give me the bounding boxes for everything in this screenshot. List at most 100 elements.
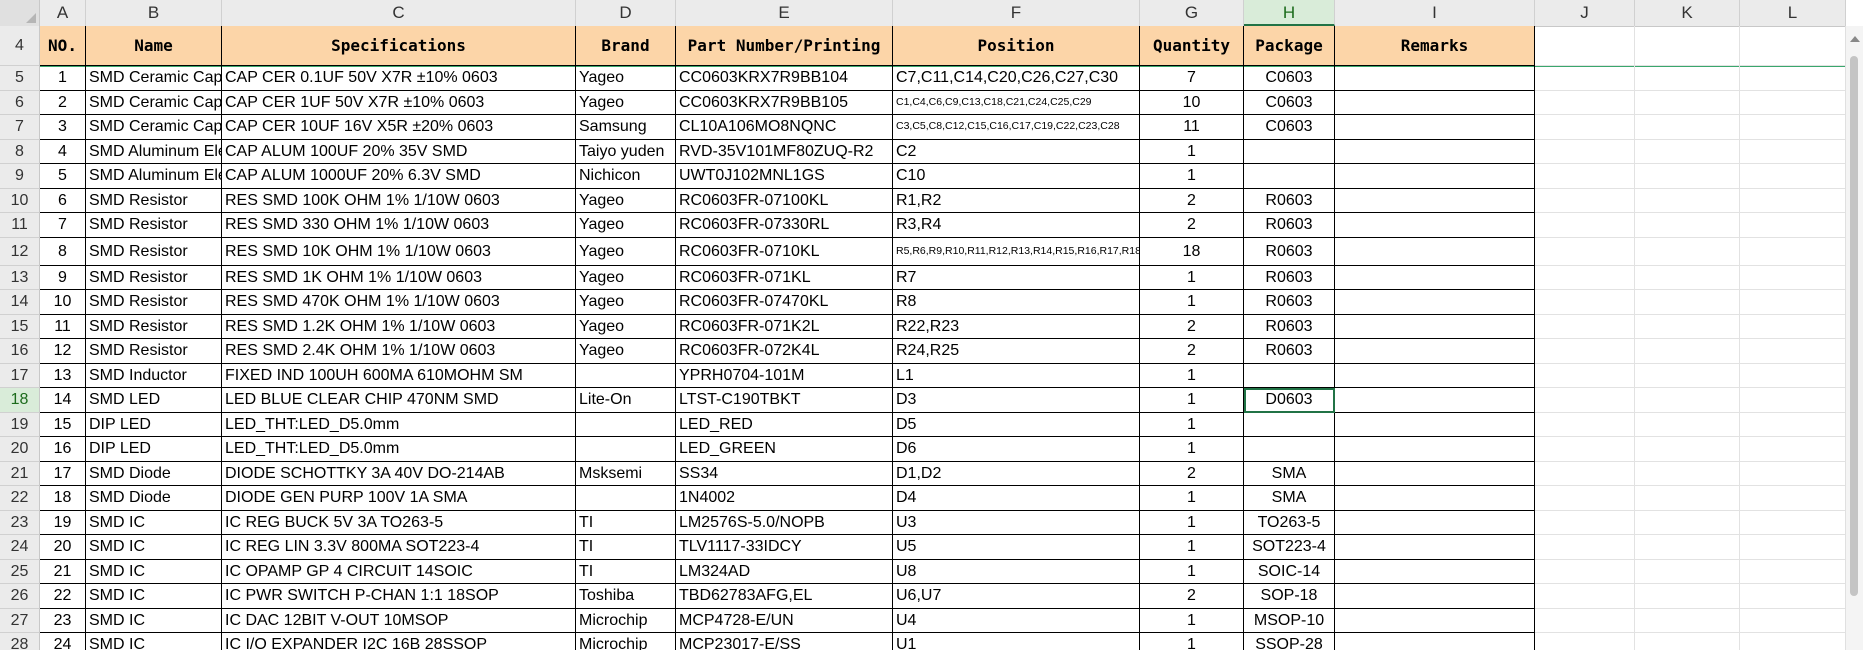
empty-cell[interactable] <box>1535 559 1635 584</box>
cell-spec[interactable]: CAP CER 10UF 16V X5R ±20% 0603 <box>222 115 576 140</box>
cell-qty[interactable]: 1 <box>1140 388 1244 413</box>
column-header-h[interactable]: H <box>1244 0 1335 26</box>
header-cell-c[interactable]: Specifications <box>222 26 576 66</box>
cell-pkg[interactable]: R0603 <box>1244 213 1335 238</box>
column-header-g[interactable]: G <box>1140 0 1244 26</box>
cell-no[interactable]: 11 <box>40 314 86 339</box>
cell-qty[interactable]: 1 <box>1140 265 1244 290</box>
cell-pkg[interactable]: R0603 <box>1244 265 1335 290</box>
header-cell-h[interactable]: Package <box>1244 26 1335 66</box>
cell-pos[interactable]: R3,R4 <box>893 213 1140 238</box>
header-cell-a[interactable]: NO. <box>40 26 86 66</box>
cell-qty[interactable]: 18 <box>1140 237 1244 266</box>
cell-name[interactable]: DIP LED <box>86 437 222 462</box>
cell-pkg[interactable]: SOT223-4 <box>1244 535 1335 560</box>
cell-brand[interactable] <box>576 363 676 388</box>
row-header-12[interactable]: 12 <box>0 237 40 266</box>
cell-spec[interactable]: IC PWR SWITCH P-CHAN 1:1 18SOP <box>222 584 576 609</box>
row-header-5[interactable]: 5 <box>0 66 40 91</box>
header-cell-g[interactable]: Quantity <box>1140 26 1244 66</box>
empty-cell[interactable] <box>1740 584 1846 609</box>
cell-brand[interactable]: TI <box>576 559 676 584</box>
empty-cell[interactable] <box>1535 437 1635 462</box>
cell-pkg[interactable]: C0603 <box>1244 115 1335 140</box>
cell-part[interactable]: UWT0J102MNL1GS <box>676 164 893 189</box>
cell-part[interactable]: RVD-35V101MF80ZUQ-R2 <box>676 139 893 164</box>
row-header-6[interactable]: 6 <box>0 90 40 115</box>
cell-name[interactable]: SMD IC <box>86 633 222 650</box>
cell-remarks[interactable] <box>1335 584 1535 609</box>
empty-cell[interactable] <box>1740 213 1846 238</box>
cell-name[interactable]: SMD Ceramic Capacitor <box>86 115 222 140</box>
cell-name[interactable]: SMD Resistor <box>86 290 222 315</box>
cell-name[interactable]: SMD Resistor <box>86 213 222 238</box>
cell-brand[interactable]: Yageo <box>576 265 676 290</box>
cell-pkg[interactable]: MSOP-10 <box>1244 608 1335 633</box>
empty-cell[interactable] <box>1635 633 1740 650</box>
empty-cell[interactable] <box>1740 510 1846 535</box>
cell-no[interactable]: 5 <box>40 164 86 189</box>
cell-no[interactable]: 15 <box>40 412 86 437</box>
column-header-f[interactable]: F <box>893 0 1140 26</box>
cell-qty[interactable]: 2 <box>1140 188 1244 213</box>
row-header-22[interactable]: 22 <box>0 486 40 511</box>
empty-cell[interactable] <box>1635 188 1740 213</box>
column-header-i[interactable]: I <box>1335 0 1535 26</box>
empty-cell[interactable] <box>1535 290 1635 315</box>
cell-pos[interactable]: C7,C11,C14,C20,C26,C27,C30 <box>893 66 1140 91</box>
empty-cell[interactable] <box>1535 115 1635 140</box>
empty-cell[interactable] <box>1740 388 1846 413</box>
empty-cell[interactable] <box>1535 461 1635 486</box>
cell-spec[interactable]: IC I/O EXPANDER I2C 16B 28SSOP <box>222 633 576 650</box>
empty-cell[interactable] <box>1635 559 1740 584</box>
cell-remarks[interactable] <box>1335 412 1535 437</box>
cell-name[interactable]: SMD Ceramic Capacitor <box>86 66 222 91</box>
cell-spec[interactable]: RES SMD 1.2K OHM 1% 1/10W 0603 <box>222 314 576 339</box>
cell-name[interactable]: SMD LED <box>86 388 222 413</box>
cell-qty[interactable]: 1 <box>1140 363 1244 388</box>
cell-pkg[interactable]: R0603 <box>1244 314 1335 339</box>
cell-part[interactable]: 1N4002 <box>676 486 893 511</box>
cell-part[interactable]: MCP23017-E/SS <box>676 633 893 650</box>
empty-cell[interactable] <box>1535 26 1635 66</box>
cell-pos[interactable]: R22,R23 <box>893 314 1140 339</box>
empty-cell[interactable] <box>1535 486 1635 511</box>
empty-cell[interactable] <box>1535 339 1635 364</box>
cell-remarks[interactable] <box>1335 461 1535 486</box>
header-cell-e[interactable]: Part Number/Printing <box>676 26 893 66</box>
cell-remarks[interactable] <box>1335 314 1535 339</box>
cell-name[interactable]: SMD Resistor <box>86 339 222 364</box>
empty-cell[interactable] <box>1535 213 1635 238</box>
cell-name[interactable]: SMD Resistor <box>86 237 222 266</box>
cell-pkg[interactable] <box>1244 363 1335 388</box>
cell-qty[interactable]: 11 <box>1140 115 1244 140</box>
cell-pos[interactable]: L1 <box>893 363 1140 388</box>
empty-cell[interactable] <box>1740 486 1846 511</box>
cell-pkg[interactable] <box>1244 412 1335 437</box>
cell-no[interactable]: 22 <box>40 584 86 609</box>
cell-name[interactable]: SMD Aluminum Electrolytic Capacitor <box>86 164 222 189</box>
cell-pkg[interactable]: R0603 <box>1244 188 1335 213</box>
cell-brand[interactable] <box>576 412 676 437</box>
cell-no[interactable]: 16 <box>40 437 86 462</box>
cell-part[interactable]: LM324AD <box>676 559 893 584</box>
empty-cell[interactable] <box>1535 66 1635 91</box>
empty-cell[interactable] <box>1635 213 1740 238</box>
empty-cell[interactable] <box>1635 115 1740 140</box>
cell-qty[interactable]: 2 <box>1140 339 1244 364</box>
cell-no[interactable]: 24 <box>40 633 86 650</box>
empty-cell[interactable] <box>1740 633 1846 650</box>
cell-part[interactable]: RC0603FR-07100KL <box>676 188 893 213</box>
row-header-26[interactable]: 26 <box>0 584 40 609</box>
column-header-k[interactable]: K <box>1635 0 1740 26</box>
cell-remarks[interactable] <box>1335 486 1535 511</box>
cell-name[interactable]: SMD IC <box>86 559 222 584</box>
cell-no[interactable]: 4 <box>40 139 86 164</box>
cell-remarks[interactable] <box>1335 608 1535 633</box>
empty-cell[interactable] <box>1635 139 1740 164</box>
cell-qty[interactable]: 1 <box>1140 437 1244 462</box>
row-header-14[interactable]: 14 <box>0 290 40 315</box>
cell-spec[interactable]: LED BLUE CLEAR CHIP 470NM SMD <box>222 388 576 413</box>
cell-qty[interactable]: 2 <box>1140 461 1244 486</box>
cell-remarks[interactable] <box>1335 188 1535 213</box>
